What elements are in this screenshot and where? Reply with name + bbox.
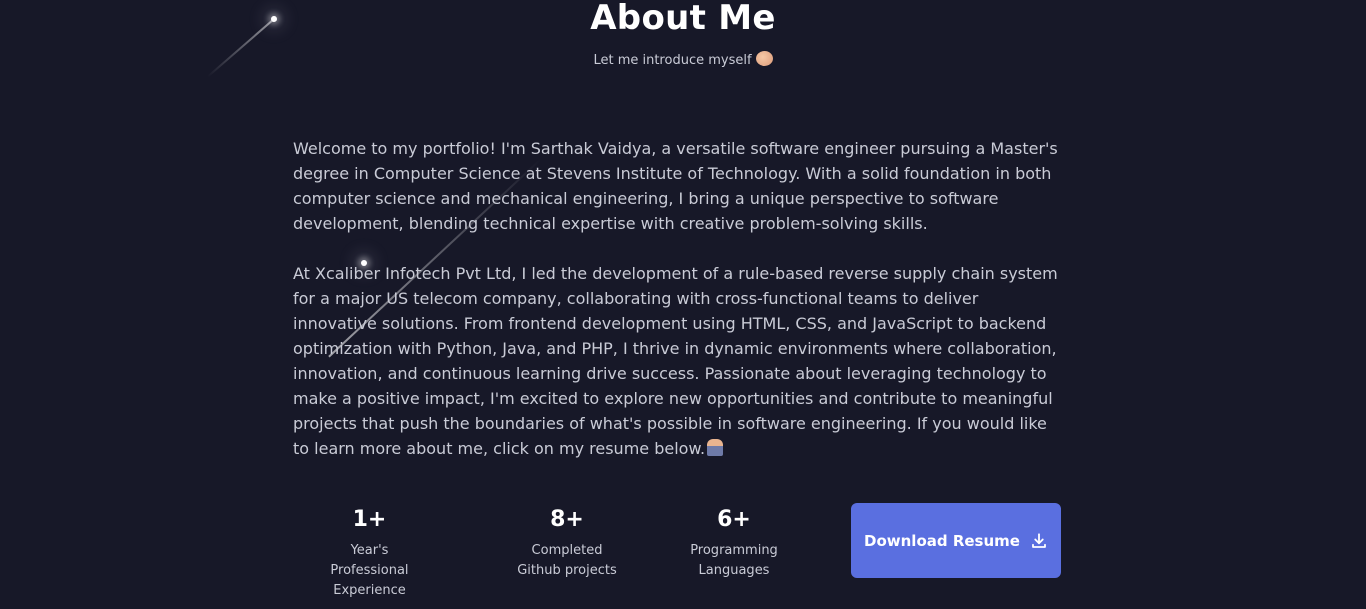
bio-paragraph-2: At Xcaliber Infotech Pvt Ltd, I led the … [293, 261, 1063, 461]
stat-label-line1: Completed [531, 543, 603, 558]
stat-label-line2: Languages [698, 563, 770, 578]
stat-languages: 6+ Programming Languages [679, 507, 789, 581]
stat-value: 1+ [352, 507, 387, 532]
stat-projects: 8+ Completed Github projects [507, 507, 627, 581]
download-icon [1032, 532, 1046, 548]
stat-label-line1: Programming [690, 543, 778, 558]
stat-value: 8+ [550, 507, 584, 532]
bio-text: Welcome to my portfolio! I'm Sarthak Vai… [293, 136, 1063, 461]
stat-label-line2: Github projects [517, 563, 617, 578]
download-resume-label: Download Resume [864, 531, 1020, 550]
bio-paragraph-2-text: At Xcaliber Infotech Pvt Ltd, I led the … [293, 264, 1058, 458]
stat-value: 6+ [717, 507, 751, 532]
page-subtitle: Let me introduce myself [0, 51, 1366, 68]
page-title: About Me [590, 0, 776, 38]
stat-label: Programming Languages [679, 541, 789, 581]
stat-experience: 1+ Year's Professional Experience [293, 507, 446, 601]
stat-label: Year's Professional Experience [293, 541, 446, 601]
handshake-icon [755, 51, 773, 66]
stat-label: Completed Github projects [507, 541, 627, 581]
subtitle-text: Let me introduce myself [593, 53, 752, 68]
download-resume-button[interactable]: Download Resume [851, 503, 1061, 578]
about-section: About Me Let me introduce myself Welcome… [0, 0, 1366, 609]
stat-label-line2: Professional Experience [330, 563, 409, 598]
stat-label-line1: Year's [350, 543, 389, 558]
bio-paragraph-1: Welcome to my portfolio! I'm Sarthak Vai… [293, 139, 1058, 233]
technologist-icon [707, 439, 724, 456]
